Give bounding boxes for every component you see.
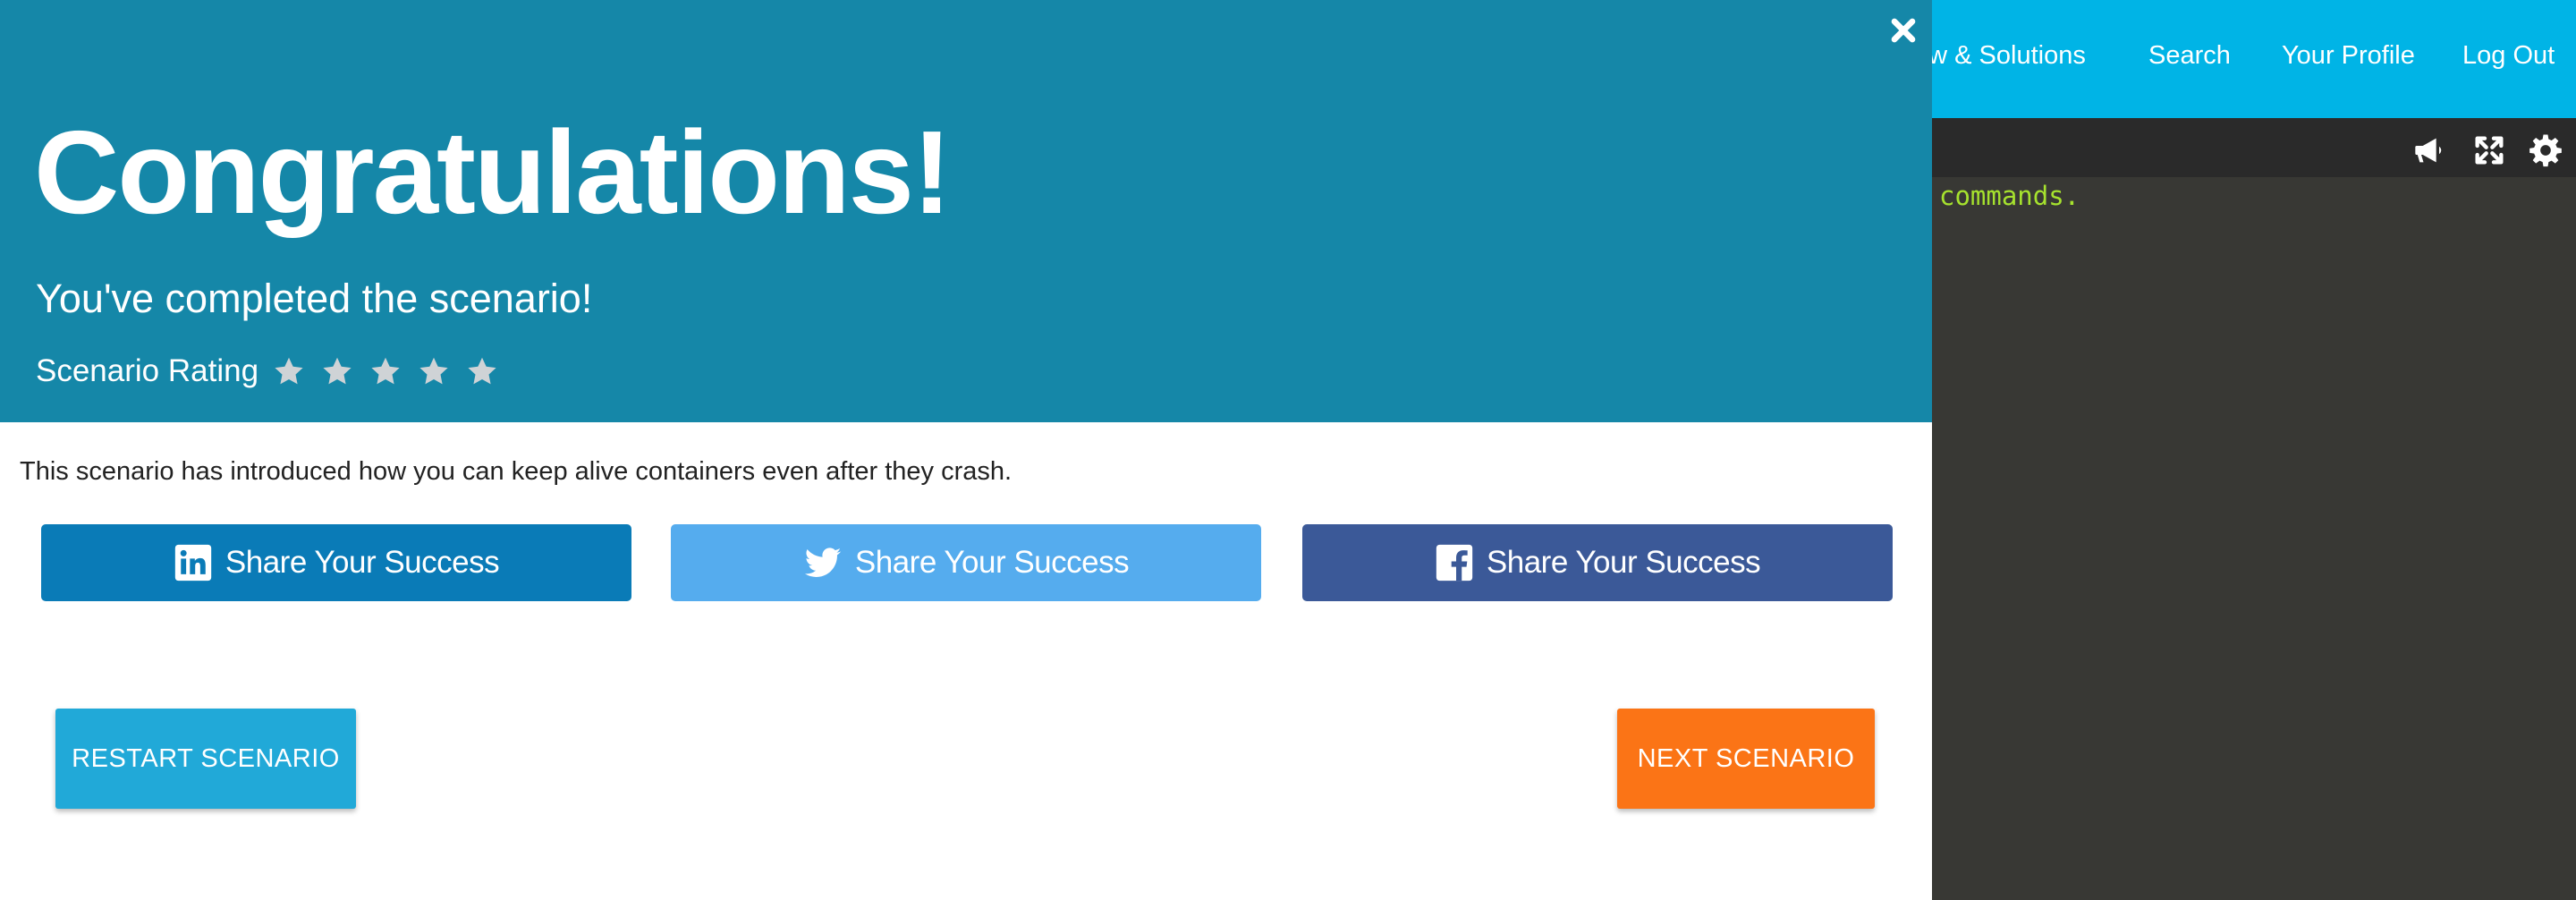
- fullscreen-icon[interactable]: [2471, 132, 2507, 168]
- star-icon[interactable]: [369, 355, 402, 387]
- scenario-summary: This scenario has introduced how you can…: [20, 457, 1013, 486]
- gear-icon[interactable]: [2528, 132, 2563, 168]
- star-icon[interactable]: [466, 355, 498, 387]
- scenario-rating: Scenario Rating: [36, 349, 514, 394]
- completion-modal: Congratulations! You've completed the sc…: [0, 0, 1932, 900]
- nav-link-your-profile[interactable]: Your Profile: [2282, 39, 2415, 72]
- completion-subtitle: You've completed the scenario!: [36, 276, 593, 321]
- linkedin-icon: [174, 543, 213, 582]
- rating-label: Scenario Rating: [36, 353, 259, 388]
- star-icon[interactable]: [418, 355, 450, 387]
- share-facebook-button[interactable]: Share Your Success: [1302, 524, 1893, 601]
- nav-link-search[interactable]: Search: [2148, 39, 2231, 72]
- next-scenario-button[interactable]: NEXT SCENARIO: [1617, 709, 1875, 809]
- star-icon[interactable]: [321, 355, 353, 387]
- nav-link-log-out[interactable]: Log Out: [2462, 39, 2555, 72]
- twitter-icon: [803, 543, 843, 582]
- share-linkedin-button[interactable]: Share Your Success: [41, 524, 631, 601]
- share-linkedin-label: Share Your Success: [225, 545, 500, 580]
- share-twitter-button[interactable]: Share Your Success: [671, 524, 1261, 601]
- restart-scenario-button[interactable]: RESTART SCENARIO: [55, 709, 356, 809]
- star-icon[interactable]: [273, 355, 305, 387]
- nav-link-overview-solutions[interactable]: ew & Solutions: [1914, 39, 2086, 72]
- modal-header: Congratulations! You've completed the sc…: [0, 0, 1932, 422]
- megaphone-icon[interactable]: [2412, 132, 2448, 168]
- facebook-icon: [1435, 543, 1474, 582]
- share-twitter-label: Share Your Success: [854, 545, 1130, 580]
- close-icon[interactable]: [1885, 13, 1921, 48]
- congratulations-title: Congratulations!: [34, 106, 952, 238]
- terminal-output: commands.: [1939, 181, 2080, 211]
- share-facebook-label: Share Your Success: [1486, 545, 1761, 580]
